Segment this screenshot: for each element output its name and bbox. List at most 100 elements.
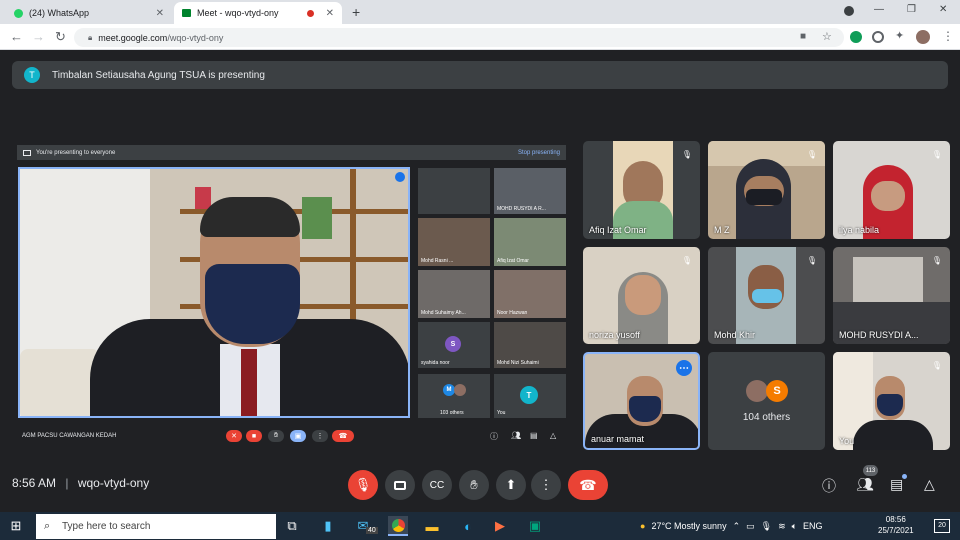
shared-tile-name: You <box>497 410 506 416</box>
mic-icon[interactable]: 🎙︎ <box>761 521 772 532</box>
raise-hand-button[interactable]: ✋︎ <box>459 470 489 500</box>
extension-icon[interactable] <box>872 31 884 43</box>
shared-tile-name: Noor Hazwan <box>497 310 528 316</box>
present-icon: ⬆ <box>505 477 517 492</box>
back-arrow-icon[interactable]: ← <box>10 29 23 44</box>
hand-icon: ✋︎ <box>470 477 478 492</box>
mic-off-icon: 🎙︎ <box>681 255 693 265</box>
windows-start-icon[interactable]: ⊞ <box>6 516 26 536</box>
mic-off-icon: 🎙︎ <box>931 360 943 370</box>
network-icon[interactable]: ▭ <box>746 521 755 532</box>
avatar: T <box>520 386 538 404</box>
address-bar[interactable]: 🔒︎ meet.google.com/wqo-vtyd-ony <box>74 28 844 47</box>
mic-toggle-button[interactable]: 🎙︎ <box>348 470 378 500</box>
tab-whatsapp[interactable]: (24) WhatsApp ✕ <box>6 2 172 24</box>
close-tab-icon[interactable]: ✕ <box>156 8 164 19</box>
more-vert-icon: ⋮ <box>539 477 553 492</box>
language-indicator[interactable]: ENG <box>803 521 823 531</box>
volume-icon[interactable]: 🔈︎ <box>792 521 797 532</box>
present-icon <box>23 149 31 156</box>
folder-icon[interactable]: ▬ <box>422 516 442 536</box>
leave-call-button[interactable]: ☎ <box>568 470 608 500</box>
shared-tile-5: Noor Hazwan <box>494 270 566 318</box>
taskbar-search[interactable]: ⌕ Type here to search <box>36 514 276 539</box>
shared-tile-4: Mohd Suhaimy Ah... <box>418 270 490 318</box>
avatar: S <box>445 336 461 352</box>
stop-presenting-link: Stop presenting <box>517 149 560 156</box>
wifi-icon[interactable]: ≋ <box>778 521 786 532</box>
close-window-button[interactable]: ✕ <box>939 4 947 15</box>
reload-icon[interactable]: ↻ <box>55 29 66 45</box>
mic-off-icon: 🎙︎ <box>354 477 372 492</box>
activities-icon[interactable]: △ <box>924 476 935 493</box>
media-player-icon[interactable]: ▶ <box>490 516 510 536</box>
shared-people-icon: 👥︎ <box>511 431 522 440</box>
participant-tile[interactable]: 🎙︎ Mohd Khir <box>708 247 825 344</box>
participant-name: Mohd Khir <box>714 330 756 340</box>
more-options-button[interactable]: ⋮ <box>531 470 561 500</box>
camera-in-use-icon[interactable]: ■ <box>800 31 806 42</box>
shared-mic-off-icon: ✕ <box>226 430 242 442</box>
chrome-icon[interactable] <box>388 516 408 536</box>
present-now-button[interactable]: ⬆ <box>496 470 526 500</box>
participant-tile[interactable]: 🎙︎ MOHD RUSYDI A... <box>833 247 950 344</box>
captions-button[interactable]: CC <box>422 470 452 500</box>
whatsapp-icon <box>14 8 23 18</box>
others-count: 104 others <box>742 412 791 423</box>
edge-icon[interactable]: ◐ <box>458 516 478 536</box>
system-tray: ● 27°C Mostly sunny ⌃ ▭ 🎙︎ ≋ 🔈︎ ENG <box>640 513 823 539</box>
minimize-button[interactable]: — <box>874 4 884 15</box>
more-options-icon[interactable]: ⋯ <box>676 360 692 376</box>
speaking-indicator-icon <box>395 172 405 182</box>
presenting-notice-bar: You're presenting to everyone Stop prese… <box>17 145 566 160</box>
bookmark-star-icon[interactable]: ☆ <box>822 30 832 43</box>
meeting-details-icon[interactable]: ⓘ <box>822 476 836 496</box>
participant-name: ilya nabila <box>839 225 880 235</box>
self-tile[interactable]: 🎙︎ You <box>833 352 950 450</box>
notification-center-icon[interactable]: 20 <box>934 519 950 533</box>
maximize-button[interactable]: ❐ <box>907 4 916 15</box>
main-speaker-video <box>18 167 410 418</box>
chat-icon[interactable]: ▤ <box>890 476 903 493</box>
participant-tile[interactable]: 🎙︎ M Z <box>708 141 825 239</box>
people-count-badge: 113 <box>863 465 878 476</box>
puzzle-icon[interactable]: ✦ <box>895 29 904 42</box>
shared-tile-name: Mohd Suhaimy Ah... <box>421 310 466 316</box>
others-tile[interactable]: S 104 others <box>708 352 825 450</box>
more-vert-icon[interactable]: ⋮ <box>942 29 954 43</box>
separator: | <box>65 476 69 490</box>
participant-tile[interactable]: 🎙︎ noriza yusoff <box>583 247 700 344</box>
people-icon[interactable]: 👥︎ <box>856 476 874 493</box>
participant-name: noriza yusoff <box>589 330 640 340</box>
end-call-icon: ☎ <box>579 476 597 493</box>
participant-tile[interactable]: 🎙︎ Afiq Izat Omar <box>583 141 700 239</box>
taskbar-clock[interactable]: 08:56 25/7/2021 <box>878 514 914 536</box>
url-path: /wqo-vtyd-ony <box>167 32 224 43</box>
camera-toggle-button[interactable] <box>385 470 415 500</box>
profile-menu-icon[interactable] <box>844 6 854 16</box>
excel-icon[interactable]: ▣ <box>525 516 545 536</box>
avatar[interactable] <box>916 30 930 44</box>
weather-sun-icon: ● <box>640 521 646 531</box>
shared-tile-name: Afiq Izat Omar <box>497 258 529 264</box>
clock-date: 25/7/2021 <box>878 526 914 535</box>
shared-tile-2: Mohd Rasni ... <box>418 218 490 266</box>
participant-tile[interactable]: 🎙︎ ilya nabila <box>833 141 950 239</box>
participant-tile[interactable]: ⋯ anuar mamat <box>583 352 700 450</box>
forward-arrow-icon[interactable]: → <box>32 29 45 44</box>
lock-icon: 🔒︎ <box>88 32 93 42</box>
extension-g-icon[interactable] <box>850 31 862 43</box>
tray-expand-icon[interactable]: ⌃ <box>733 521 741 532</box>
shared-tile-9: T You <box>494 374 566 418</box>
recording-dot-icon <box>306 9 314 17</box>
close-tab-icon[interactable]: ✕ <box>326 8 334 19</box>
presenting-text: Timbalan Setiausaha Agung TSUA is presen… <box>52 69 265 81</box>
new-tab-button[interactable]: + <box>352 4 360 20</box>
shared-tile-6: S syahida noor <box>418 322 490 368</box>
weather-text[interactable]: 27°C Mostly sunny <box>651 521 726 531</box>
tab-meet[interactable]: Meet - wqo-vtyd-ony ✕ <box>174 2 342 24</box>
task-view-icon[interactable]: ⧉ <box>282 516 302 536</box>
shared-end-call-icon: ☎ <box>332 430 354 442</box>
phone-app-icon[interactable]: ▮ <box>318 516 338 536</box>
presenter-avatar: T <box>24 67 40 83</box>
